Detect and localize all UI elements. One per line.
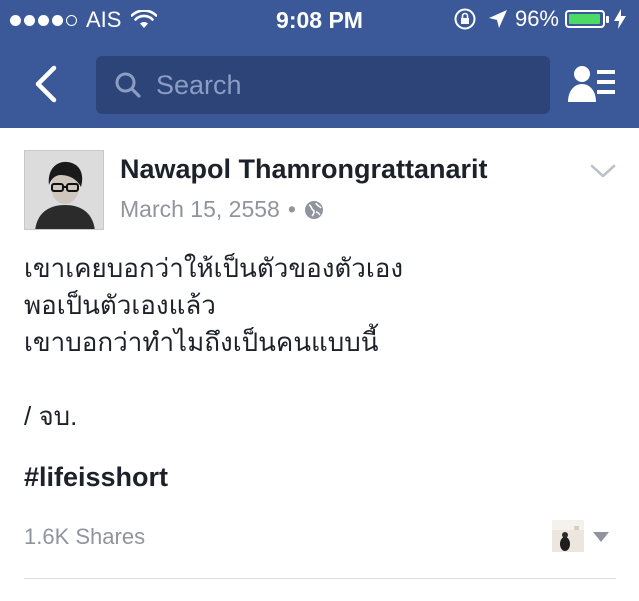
- rotation-lock-icon: [454, 8, 476, 30]
- hashtag-link[interactable]: #lifeisshort: [24, 462, 168, 493]
- search-icon: [115, 72, 141, 98]
- meta-separator: •: [287, 196, 296, 222]
- location-arrow-icon: [488, 10, 507, 28]
- charging-bolt-icon: [614, 9, 626, 29]
- friend-requests-button[interactable]: [567, 62, 617, 106]
- post-body-line: พอเป็นตัวเองแล้ว: [24, 290, 216, 320]
- search-bar[interactable]: [96, 56, 550, 114]
- post-date[interactable]: March 15, 2558: [120, 196, 280, 223]
- post-body: เขาเคยบอกว่าให้เป็นตัวของตัวเอง พอเป็นตั…: [24, 250, 403, 435]
- back-button[interactable]: [28, 62, 68, 106]
- post-body-line: / จบ.: [24, 401, 78, 431]
- post-body-line: [24, 361, 403, 398]
- profile-thumbnail: [552, 520, 584, 552]
- post-body-line: เขาบอกว่าทำไมถึงเป็นคนแบบนี้: [24, 327, 379, 357]
- audience-dropdown-icon[interactable]: [592, 531, 610, 543]
- author-avatar[interactable]: [24, 150, 104, 230]
- shares-count[interactable]: 1.6K Shares: [24, 524, 145, 550]
- friend-requests-icon: [568, 66, 615, 102]
- share-as-avatar[interactable]: [552, 520, 584, 552]
- status-bar: AIS 9:08 PM 96%: [0, 0, 639, 40]
- battery-percent: 96%: [514, 6, 559, 31]
- status-right: 96%: [453, 6, 627, 32]
- post-body-line: เขาเคยบอกว่าให้เป็นตัวของตัวเอง: [24, 253, 404, 283]
- post-meta: March 15, 2558 •: [120, 196, 324, 223]
- search-input[interactable]: [154, 68, 518, 102]
- post-options-chevron-icon[interactable]: [589, 162, 617, 180]
- post-card: Nawapol Thamrongrattanarit March 15, 255…: [0, 128, 639, 601]
- avatar-photo: [25, 151, 103, 229]
- globe-icon: [304, 200, 323, 219]
- app-header: AIS 9:08 PM 96%: [0, 0, 639, 128]
- author-name[interactable]: Nawapol Thamrongrattanarit: [120, 154, 488, 185]
- battery-fill: [569, 14, 600, 24]
- divider: [24, 578, 616, 579]
- battery-icon: [565, 10, 609, 28]
